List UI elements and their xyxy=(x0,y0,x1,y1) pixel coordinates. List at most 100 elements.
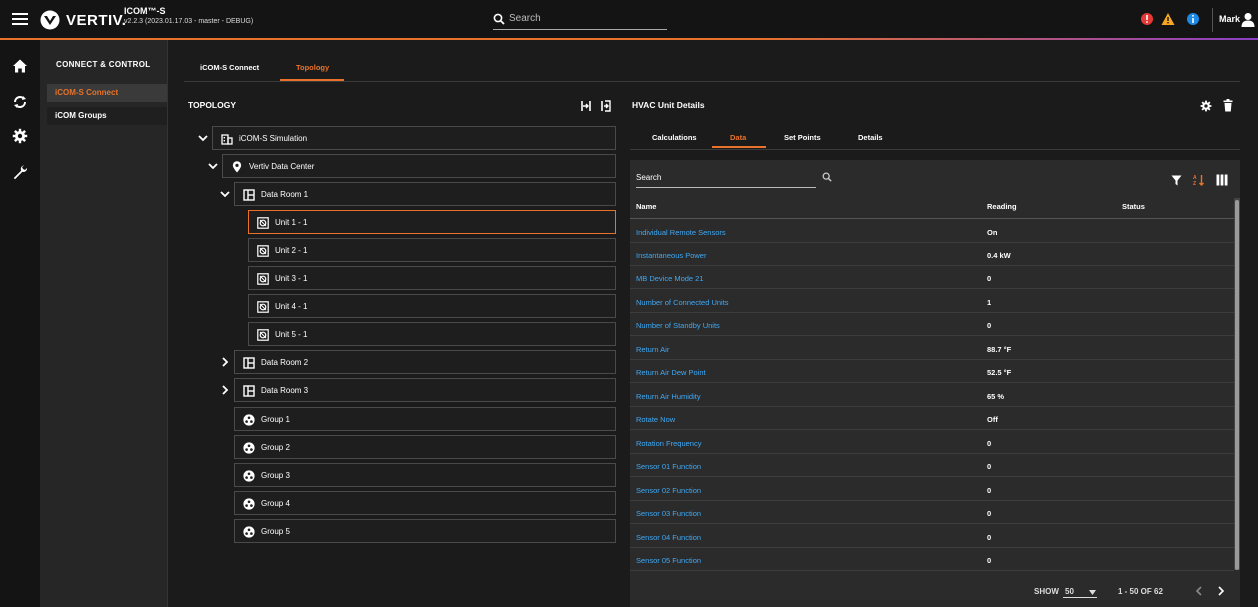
tree-node-group-2[interactable]: Group 2 xyxy=(234,435,616,459)
page-size-select[interactable]: 50 xyxy=(1063,584,1097,598)
home-icon[interactable] xyxy=(12,58,28,74)
row-reading: 0 xyxy=(987,462,992,471)
info-alert-icon[interactable] xyxy=(1186,12,1200,26)
row-reading: 0 xyxy=(987,533,992,542)
previous-page-icon[interactable] xyxy=(1195,586,1203,596)
chevron-down-icon[interactable] xyxy=(208,161,218,171)
tree-node-group-1[interactable]: Group 1 xyxy=(234,407,616,431)
column-header-name[interactable]: Name xyxy=(636,202,656,211)
table-row: Return Air Humidity 65 % xyxy=(630,384,1234,407)
room-icon xyxy=(243,357,255,369)
tree-node-unit-3-1[interactable]: Unit 3 - 1 xyxy=(248,266,616,290)
tree-node-unit-4-1[interactable]: Unit 4 - 1 xyxy=(248,294,616,318)
tab-calculations[interactable]: Calculations xyxy=(652,133,697,142)
column-header-status[interactable]: Status xyxy=(1122,202,1145,211)
row-name-link[interactable]: Rotation Frequency xyxy=(636,439,701,448)
table-row: Rotation Frequency 0 xyxy=(630,431,1234,454)
table-row: MB Device Mode 21 0 xyxy=(630,266,1234,289)
details-title: HVAC Unit Details xyxy=(632,100,705,110)
table-row: Instantaneous Power 0.4 kW xyxy=(630,243,1234,266)
chevron-right-icon[interactable] xyxy=(220,385,230,395)
search-icon[interactable] xyxy=(822,172,832,182)
tree-node-data-room-1[interactable]: Data Room 1 xyxy=(234,182,616,206)
tree-node-label: Group 5 xyxy=(261,527,290,536)
unit-icon xyxy=(257,245,269,257)
tree-node-icom-s-simulation[interactable]: iCOM-S Simulation xyxy=(212,126,616,150)
next-page-icon[interactable] xyxy=(1217,586,1225,596)
tab-data[interactable]: Data xyxy=(730,133,746,142)
gear-icon[interactable] xyxy=(1200,100,1212,112)
global-search-input[interactable]: Search xyxy=(493,10,667,30)
row-name-link[interactable]: Rotate Now xyxy=(636,415,675,424)
show-label: SHOW xyxy=(1034,587,1059,596)
expand-all-icon[interactable] xyxy=(600,100,612,112)
row-name-link[interactable]: Sensor 04 Function xyxy=(636,533,701,542)
tree-node-group-4[interactable]: Group 4 xyxy=(234,491,616,515)
grid-scrollbar-thumb[interactable] xyxy=(1235,200,1239,570)
row-name-link[interactable]: Sensor 05 Function xyxy=(636,556,701,565)
tree-node-group-3[interactable]: Group 3 xyxy=(234,463,616,487)
row-name-link[interactable]: Number of Connected Units xyxy=(636,298,729,307)
tab-icom-s-connect[interactable]: iCOM-S Connect xyxy=(200,63,259,72)
column-header-reading[interactable]: Reading xyxy=(987,202,1017,211)
group-icon xyxy=(243,470,255,482)
row-name-link[interactable]: Sensor 01 Function xyxy=(636,462,701,471)
row-name-link[interactable]: MB Device Mode 21 xyxy=(636,274,704,283)
row-name-link[interactable]: Sensor 03 Function xyxy=(636,509,701,518)
tree-node-label: Group 3 xyxy=(261,471,290,480)
row-name-link[interactable]: Return Air Dew Point xyxy=(636,368,706,377)
row-name-link[interactable]: Return Air Humidity xyxy=(636,392,701,401)
table-row: Sensor 04 Function 0 xyxy=(630,525,1234,548)
columns-icon[interactable] xyxy=(1216,174,1228,186)
user-menu[interactable]: Mark xyxy=(1212,8,1256,32)
user-name: Mark xyxy=(1219,14,1241,24)
chevron-right-icon[interactable] xyxy=(220,357,230,367)
row-reading: 1 xyxy=(987,298,992,307)
row-reading: 0.4 kW xyxy=(987,251,1011,260)
nav-item-icom-s-connect[interactable]: iCOM-S Connect xyxy=(47,84,167,102)
location-pin-icon xyxy=(232,161,242,173)
settings-icon[interactable] xyxy=(12,128,28,144)
row-name-link[interactable]: Sensor 02 Function xyxy=(636,486,701,495)
user-icon xyxy=(1241,13,1255,27)
table-row: Sensor 01 Function 0 xyxy=(630,454,1234,477)
tree-node-data-room-3[interactable]: Data Room 3 xyxy=(234,378,616,402)
filter-icon[interactable] xyxy=(1171,175,1182,186)
tree-node-data-room-2[interactable]: Data Room 2 xyxy=(234,350,616,374)
tab-details[interactable]: Details xyxy=(858,133,883,142)
vertiv-logo-icon xyxy=(40,10,60,30)
chevron-down-icon[interactable] xyxy=(198,133,208,143)
wrench-icon[interactable] xyxy=(12,164,28,180)
table-row: Sensor 03 Function 0 xyxy=(630,501,1234,524)
chevron-down-icon[interactable] xyxy=(220,189,230,199)
warning-alert-icon[interactable] xyxy=(1161,12,1175,26)
tab-set-points[interactable]: Set Points xyxy=(784,133,821,142)
tree-node-unit-2-1[interactable]: Unit 2 - 1 xyxy=(248,238,616,262)
row-reading: 0 xyxy=(987,509,992,518)
tree-node-vertiv-data-center[interactable]: Vertiv Data Center xyxy=(222,154,616,178)
connect-icon[interactable] xyxy=(12,94,28,110)
room-icon xyxy=(243,385,255,397)
row-reading: 88.7 °F xyxy=(987,345,1012,354)
brand-name: VERTIV. xyxy=(66,12,127,29)
error-alert-icon[interactable] xyxy=(1140,12,1154,26)
row-name-link[interactable]: Instantaneous Power xyxy=(636,251,706,260)
row-name-link[interactable]: Return Air xyxy=(636,345,669,354)
tree-node-label: Data Room 1 xyxy=(261,190,309,199)
header-divider xyxy=(630,218,1234,219)
tree-node-unit-5-1[interactable]: Unit 5 - 1 xyxy=(248,322,616,346)
grid-search-input[interactable]: Search xyxy=(636,168,816,188)
hamburger-menu-icon[interactable] xyxy=(12,13,28,25)
tree-node-unit-1-1[interactable]: Unit 1 - 1 xyxy=(248,210,616,234)
trash-icon[interactable] xyxy=(1223,99,1233,112)
collapse-all-icon[interactable] xyxy=(580,100,592,112)
group-icon xyxy=(243,414,255,426)
tree-node-group-5[interactable]: Group 5 xyxy=(234,519,616,543)
pagination-range: 1 - 50 OF 62 xyxy=(1118,587,1163,596)
row-name-link[interactable]: Number of Standby Units xyxy=(636,321,720,330)
tab-topology[interactable]: Topology xyxy=(296,63,329,72)
sort-icon[interactable]: AZ xyxy=(1193,174,1205,186)
nav-item-icom-groups[interactable]: iCOM Groups xyxy=(47,107,167,125)
tabs-divider xyxy=(184,81,1240,82)
row-name-link[interactable]: Individual Remote Sensors xyxy=(636,228,726,237)
